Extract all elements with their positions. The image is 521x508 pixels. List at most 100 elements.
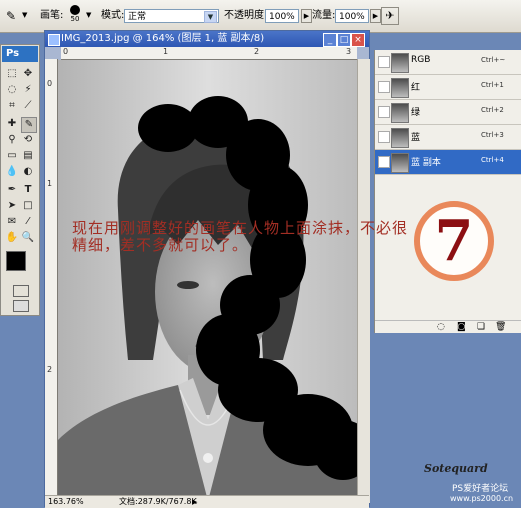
ruler-vertical: 0 1 2 [45, 59, 58, 503]
channel-name: 蓝 [411, 133, 421, 143]
ruler-horizontal: 0 1 2 3 [61, 47, 357, 60]
channel-shortcut: Ctrl+1 [481, 81, 504, 89]
channels-footer: ◌ ◙ ❏ 🗑 [375, 320, 521, 334]
eraser-tool-icon[interactable]: ▭ [5, 149, 19, 163]
blur-tool-icon[interactable]: 💧 [5, 165, 19, 179]
maximize-icon[interactable]: □ [337, 33, 351, 47]
forum-watermark: PS爱好者论坛 [452, 484, 509, 494]
visibility-toggle[interactable] [378, 56, 390, 68]
hand-tool-icon[interactable]: ✋ [5, 231, 19, 245]
channel-thumbnail [391, 103, 409, 123]
pen-tool-icon[interactable]: ✒ [5, 183, 19, 197]
visibility-toggle[interactable] [378, 131, 390, 143]
magic-wand-tool-icon[interactable]: ⚡ [21, 83, 35, 97]
new-channel-icon[interactable]: ❏ [477, 322, 485, 332]
toolbox: Ps ⬚ ✥ ◌ ⚡ ⌗ ⟋ ✚ ✎ ⚲ ⟲ ▭ ▤ 💧 ◐ ✒ T ➤ □ ✉… [0, 44, 40, 316]
channel-row-blue-copy[interactable]: ● 蓝 副本 Ctrl+4 [375, 150, 521, 175]
channel-name: RGB [411, 55, 431, 65]
visibility-toggle[interactable] [378, 81, 390, 93]
channel-thumbnail [391, 78, 409, 98]
visibility-toggle[interactable] [378, 106, 390, 118]
minimize-icon[interactable]: _ [323, 33, 337, 47]
ruler-top-mark-0: 0 [63, 47, 69, 56]
close-icon[interactable]: × [351, 33, 365, 47]
lasso-tool-icon[interactable]: ◌ [5, 83, 19, 97]
brush-picker-dropdown-icon[interactable]: ▼ [86, 11, 91, 19]
channel-row-blue[interactable]: 蓝 Ctrl+3 [375, 125, 521, 150]
eyedropper-tool-icon[interactable]: ⁄ [21, 215, 35, 229]
airbrush-icon[interactable]: ✈ [381, 7, 399, 25]
ruler-top-mark-2: 2 [254, 47, 260, 56]
vertical-scrollbar[interactable] [357, 59, 370, 503]
tool-preset-dropdown-icon[interactable]: ▼ [22, 11, 27, 19]
brush-label: 画笔: [40, 10, 64, 21]
channel-shortcut: Ctrl+4 [481, 156, 504, 164]
shape-tool-icon[interactable]: □ [21, 199, 35, 213]
channels-panel: RGB Ctrl+~ 红 Ctrl+1 绿 Ctrl+2 蓝 Ctrl+3 ● … [374, 50, 521, 333]
status-bar: 163.76% 文档:287.9K/767.8K ▶ [45, 495, 369, 508]
image-canvas[interactable] [58, 60, 358, 501]
foreground-color-swatch[interactable] [6, 251, 26, 271]
quick-mask-icon[interactable] [13, 285, 29, 297]
zoom-tool-icon[interactable]: 🔍 [21, 231, 35, 245]
notes-tool-icon[interactable]: ✉ [5, 215, 19, 229]
eye-icon[interactable]: ● [378, 156, 390, 168]
brush-tool-icon[interactable]: ✎ [21, 117, 37, 133]
channel-row-red[interactable]: 红 Ctrl+1 [375, 75, 521, 100]
channel-shortcut: Ctrl+~ [481, 56, 506, 64]
mode-value: 正常 [128, 12, 147, 22]
marquee-tool-icon[interactable]: ⬚ [5, 67, 19, 81]
document-title-bar[interactable]: IMG_2013.jpg @ 164% (图层 1, 蓝 副本/8) _ □ × [45, 31, 369, 47]
document-window: IMG_2013.jpg @ 164% (图层 1, 蓝 副本/8) _ □ ×… [44, 30, 370, 508]
flow-label: 流量: [312, 10, 336, 21]
mode-label: 模式: [101, 10, 125, 21]
brush-preview[interactable]: 50 [68, 3, 82, 29]
path-selection-tool-icon[interactable]: ➤ [5, 199, 19, 213]
brush-tool-preset-icon[interactable]: ✎ [6, 9, 16, 23]
screen-mode-icon[interactable] [13, 300, 29, 312]
history-brush-tool-icon[interactable]: ⟲ [21, 133, 35, 147]
channel-row-rgb[interactable]: RGB Ctrl+~ [375, 50, 521, 75]
chevron-down-icon: ▼ [204, 11, 217, 23]
load-selection-icon[interactable]: ◌ [437, 322, 445, 332]
channel-name: 蓝 副本 [411, 158, 441, 168]
opacity-input[interactable]: 100% [265, 9, 299, 23]
channel-thumbnail [391, 153, 409, 173]
ruler-left-mark-1: 1 [47, 179, 53, 188]
options-bar: ✎ ▼ 画笔: 50 ▼ 模式: 正常 ▼ 不透明度: 100% ▶ 流量: 1… [0, 0, 521, 33]
delete-channel-icon[interactable]: 🗑 [495, 322, 506, 332]
mode-select[interactable]: 正常 ▼ [124, 9, 219, 23]
ruler-left-mark-2: 2 [47, 365, 53, 374]
gradient-tool-icon[interactable]: ▤ [21, 149, 35, 163]
channel-thumbnail [391, 53, 409, 73]
channel-shortcut: Ctrl+2 [481, 106, 504, 114]
zoom-level[interactable]: 163.76% [48, 496, 84, 508]
opacity-label: 不透明度: [224, 10, 268, 21]
channel-name: 红 [411, 83, 421, 93]
opacity-slider-button[interactable]: ▶ [301, 9, 312, 23]
healing-brush-tool-icon[interactable]: ✚ [5, 117, 19, 131]
step-number: 7 [434, 208, 474, 274]
brush-size: 50 [70, 15, 80, 23]
type-tool-icon[interactable]: T [21, 183, 35, 197]
save-selection-icon[interactable]: ◙ [457, 322, 466, 332]
channel-thumbnail [391, 128, 409, 148]
dodge-tool-icon[interactable]: ◐ [21, 165, 35, 179]
status-menu-arrow-icon[interactable]: ▶ [192, 496, 197, 508]
document-size: 文档:287.9K/767.8K [119, 497, 197, 506]
flow-slider-button[interactable]: ▶ [370, 9, 381, 23]
channel-shortcut: Ctrl+3 [481, 131, 504, 139]
slice-tool-icon[interactable]: ⟋ [21, 99, 35, 113]
ruler-top-mark-1: 1 [163, 47, 169, 56]
portrait-image [58, 60, 358, 501]
flow-input[interactable]: 100% [335, 9, 369, 23]
channel-row-green[interactable]: 绿 Ctrl+2 [375, 100, 521, 125]
clone-stamp-tool-icon[interactable]: ⚲ [5, 133, 19, 147]
url-watermark: www.ps2000.cn [450, 494, 514, 503]
brush-dot-icon [70, 5, 80, 15]
document-title: IMG_2013.jpg @ 164% (图层 1, 蓝 副本/8) [61, 33, 265, 44]
channel-name: 绿 [411, 108, 421, 118]
photoshop-doc-icon [48, 34, 60, 46]
move-tool-icon[interactable]: ✥ [21, 67, 35, 81]
crop-tool-icon[interactable]: ⌗ [5, 99, 19, 113]
